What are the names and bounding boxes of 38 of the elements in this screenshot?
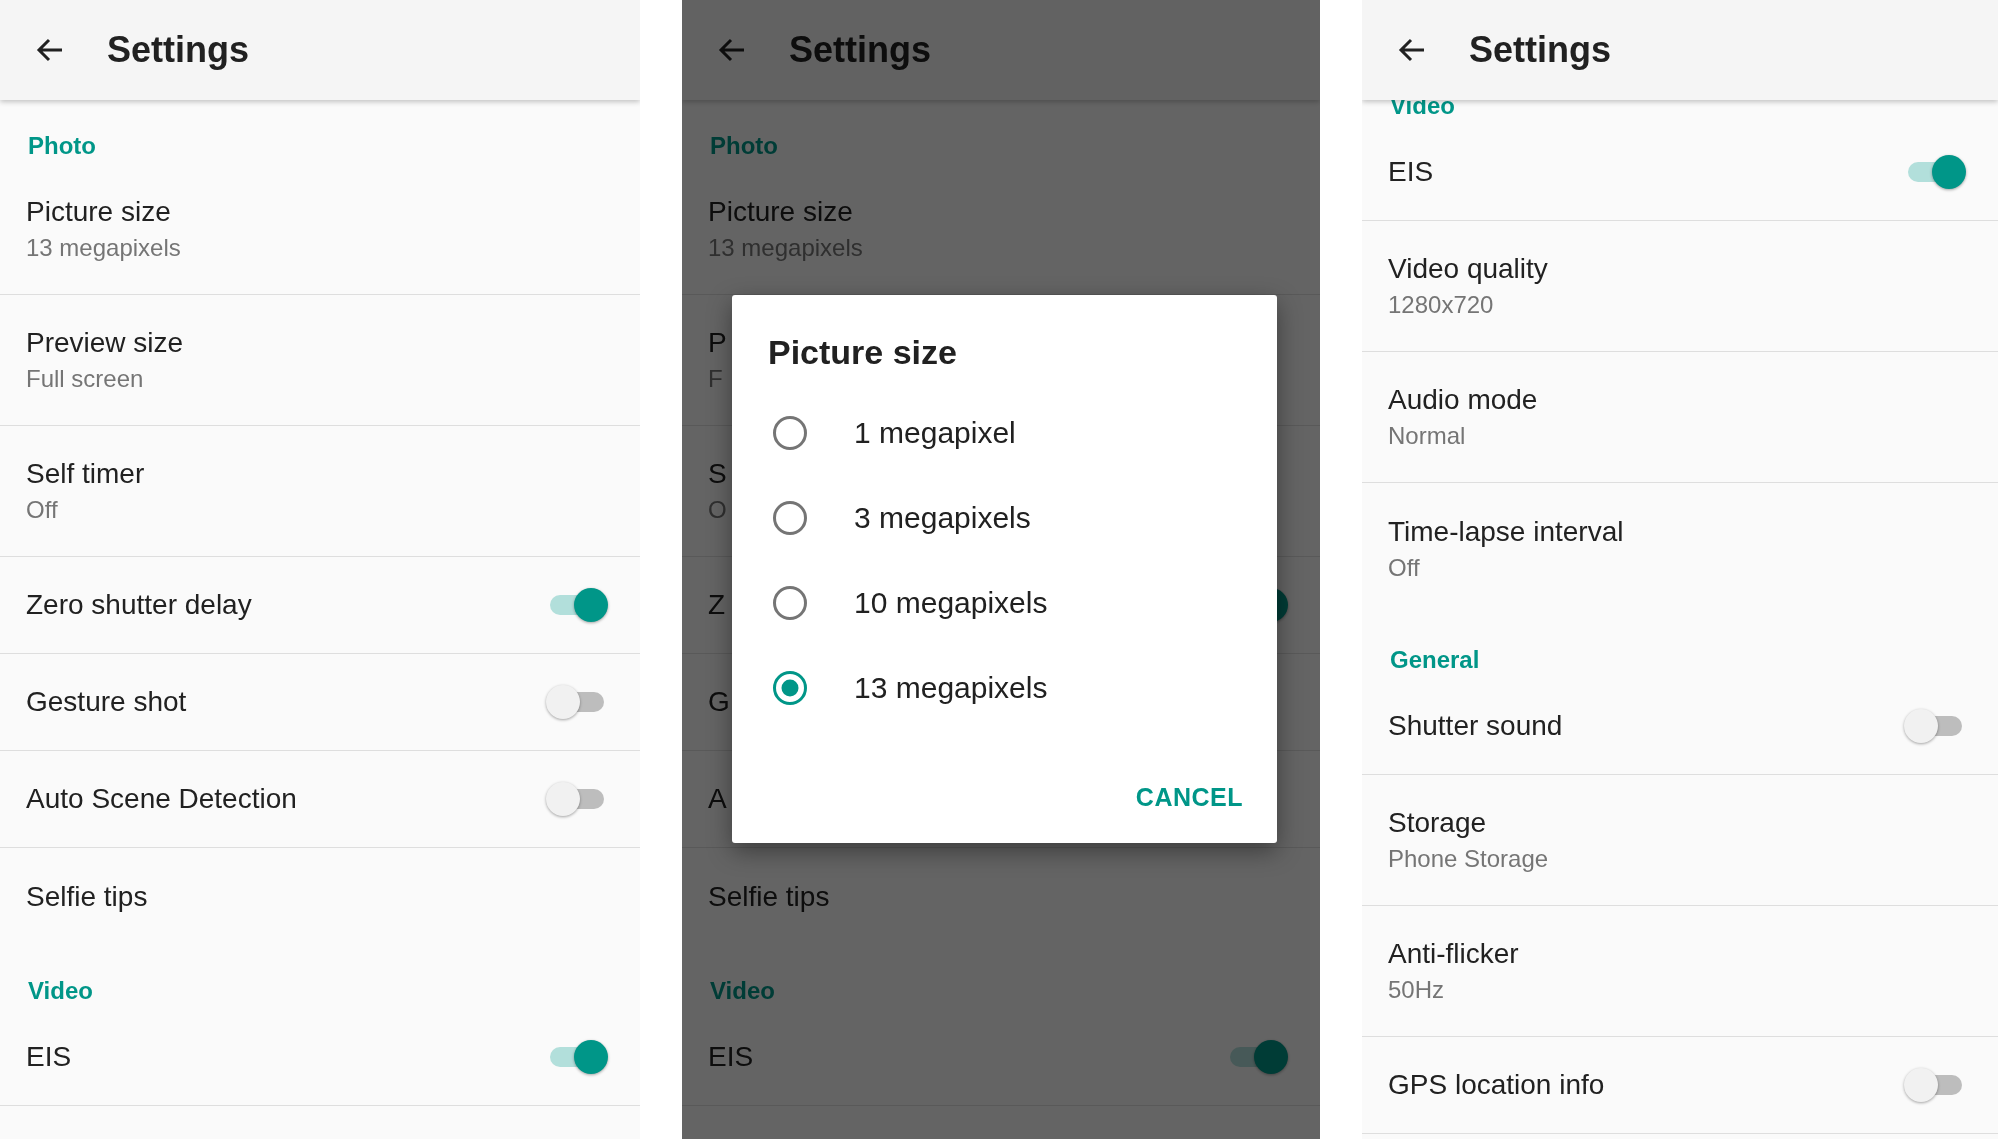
screen-title: Settings bbox=[107, 29, 249, 71]
setting-value: 1280x720 bbox=[1388, 290, 1494, 320]
setting-label[interactable]: Gesture shot bbox=[26, 685, 187, 719]
setting-value: Phone Storage bbox=[1388, 844, 1549, 874]
setting-label[interactable]: Auto Scene Detection bbox=[26, 782, 297, 816]
dialog-title: Picture size bbox=[768, 332, 957, 373]
setting-value: Full screen bbox=[26, 364, 144, 394]
setting-label[interactable]: Video quality bbox=[1388, 252, 1548, 286]
setting-label[interactable]: Storage bbox=[1388, 806, 1487, 840]
setting-label[interactable]: Audio mode bbox=[1388, 383, 1538, 417]
setting-value: Off bbox=[26, 495, 58, 525]
setting-label[interactable]: Self timer bbox=[26, 457, 145, 491]
option-label[interactable]: 13 megapixels bbox=[854, 670, 1048, 705]
screen-title: Settings bbox=[1469, 29, 1611, 71]
option-label[interactable]: 10 megapixels bbox=[854, 585, 1048, 620]
setting-label[interactable]: Zero shutter delay bbox=[26, 588, 252, 622]
setting-label[interactable]: Preview size bbox=[26, 326, 184, 360]
section-header: Photo bbox=[710, 132, 778, 159]
setting-value: 50Hz bbox=[1388, 975, 1445, 1005]
section-header: Video bbox=[28, 977, 93, 1004]
section-header: Photo bbox=[28, 132, 96, 159]
setting-label[interactable]: Picture size bbox=[26, 195, 171, 229]
setting-label[interactable]: EIS bbox=[1388, 155, 1434, 189]
setting-label[interactable]: Time-lapse interval bbox=[1388, 514, 1624, 549]
setting-label[interactable]: GPS location info bbox=[1388, 1068, 1605, 1102]
setting-label[interactable]: Anti-flicker bbox=[1388, 937, 1519, 971]
section-header: General bbox=[1390, 646, 1480, 673]
setting-label[interactable]: EIS bbox=[26, 1040, 72, 1074]
setting-value: Off bbox=[1388, 552, 1420, 583]
cancel-button[interactable]: CANCEL bbox=[1127, 775, 1251, 819]
option-label[interactable]: 1 megapixel bbox=[854, 415, 1016, 450]
setting-value: 13 megapixels bbox=[26, 233, 181, 263]
section-header: Video bbox=[710, 977, 775, 1004]
setting-value: Normal bbox=[1388, 421, 1466, 451]
setting-label[interactable]: Selfie tips bbox=[26, 879, 148, 914]
screen-title: Settings bbox=[789, 29, 931, 71]
setting-label[interactable]: Shutter sound bbox=[1388, 709, 1563, 743]
option-label[interactable]: 3 megapixels bbox=[854, 500, 1031, 535]
